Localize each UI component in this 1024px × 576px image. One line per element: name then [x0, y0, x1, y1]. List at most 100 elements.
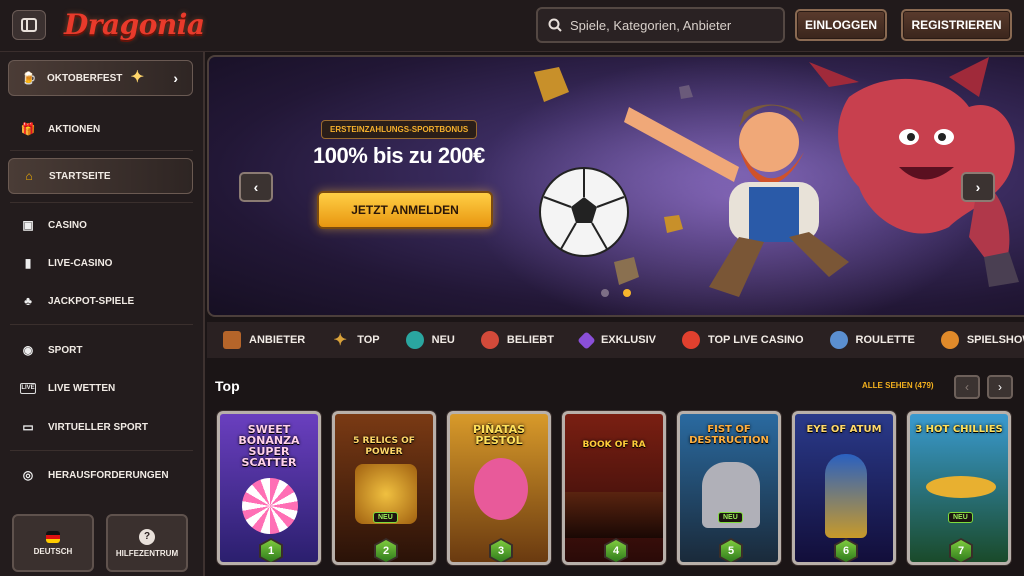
category-spielshows[interactable]: SPIELSHOWS [940, 331, 1024, 349]
sidebar-item-label: JACKPOT-SPIELE [48, 295, 135, 307]
roulette-icon [829, 331, 848, 349]
game-art [474, 458, 528, 520]
gift-icon: 🎁 [20, 122, 36, 136]
sidebar-item-casino[interactable]: ▣ CASINO [8, 208, 193, 242]
sidebar-promo-oktoberfest[interactable]: 🍺 OKTOBERFEST ✦ › [8, 60, 193, 96]
new-badge: NEU [948, 512, 973, 523]
game-card[interactable]: EYE OF ATUM 6 [792, 411, 896, 565]
sidebar-item-label: HERAUSFORDERUNGEN [48, 469, 169, 481]
banner-title: 100% bis zu 200€ [313, 143, 485, 168]
sidebar-item-label: SPORT [48, 344, 83, 356]
category-neu[interactable]: NEU [405, 331, 455, 349]
category-roulette[interactable]: ROULETTE [829, 331, 915, 349]
live-badge-icon: LIVE [20, 382, 36, 394]
language-label: DEUTSCH [33, 546, 73, 556]
live-card-icon: ▮ [24, 256, 32, 270]
sidebar-item-live-casino[interactable]: ▮ LIVE-CASINO [8, 246, 193, 280]
game-card[interactable]: BOOK OF RA 4 [562, 411, 666, 565]
signup-cta-button[interactable]: JETZT ANMELDEN [317, 191, 493, 229]
category-anbieter[interactable]: ANBIETER [223, 331, 305, 349]
sidebar-toggle-button[interactable] [12, 10, 46, 40]
search-input[interactable] [570, 17, 770, 33]
new-badge: NEU [718, 512, 743, 523]
beer-icon: 🍺 [21, 71, 37, 85]
help-center-button[interactable]: ? HILFEZENTRUM [106, 514, 188, 572]
gem-icon [405, 331, 424, 349]
category-beliebt[interactable]: BELIEBT [480, 331, 554, 349]
sidebar-item-virtueller-sport[interactable]: ▭ VIRTUELLER SPORT [8, 410, 193, 444]
game-card[interactable]: 3 HOT CHILLIES NEU 7 [907, 411, 1011, 565]
category-top-live-casino[interactable]: TOP LIVE CASINO [681, 331, 804, 349]
rocket-icon [480, 331, 499, 349]
rank-number: 3 [491, 540, 511, 562]
category-label: ANBIETER [249, 334, 306, 346]
banner-pagination [601, 289, 631, 297]
chest-icon [223, 331, 241, 349]
see-all-link[interactable]: ALLE SEHEN (479) [862, 381, 934, 390]
banner-artwork [469, 57, 1019, 315]
rank-number: 6 [836, 540, 856, 562]
sidebar-item-startseite[interactable]: ⌂ STARTSEITE [8, 158, 193, 194]
rank-badge: 1 [259, 538, 283, 562]
language-button[interactable]: DEUTSCH [12, 514, 94, 572]
category-label: SPIELSHOWS [966, 334, 1024, 346]
german-flag-icon [46, 530, 60, 543]
game-title: FIST OF DESTRUCTION [689, 424, 769, 446]
games-next-button[interactable]: › [987, 375, 1013, 399]
promo-banner[interactable]: ERSTEINZAHLUNGS-SPORTBONUS 100% bis zu 2… [207, 55, 1024, 317]
sidebar-item-label: LIVE-CASINO [48, 257, 113, 269]
mushroom-icon [681, 331, 700, 349]
banner-prev-button[interactable]: ‹ [239, 172, 273, 202]
rank-badge: 7 [949, 538, 973, 562]
sidebar-divider [10, 202, 193, 203]
category-label: NEU [431, 334, 455, 346]
game-art [242, 478, 298, 534]
category-exklusiv[interactable]: EXKLUSIV [577, 330, 656, 350]
banner-next-button[interactable]: › [961, 172, 995, 202]
sparkle-icon: ✦ [130, 69, 144, 86]
sidebar-item-live-wetten[interactable]: LIVE LIVE WETTEN [8, 371, 193, 405]
show-wheel-icon [940, 331, 959, 349]
crystal-icon [577, 330, 596, 350]
game-title: SWEET BONANZA SUPER SCATTER [238, 423, 300, 469]
section-title: Top [215, 378, 240, 394]
target-icon: ◎ [22, 468, 34, 482]
register-button[interactable]: REGISTRIEREN [901, 9, 1012, 41]
sidebar-item-label: LIVE WETTEN [48, 382, 116, 394]
banner-badge: ERSTEINZAHLUNGS-SPORTBONUS [321, 120, 478, 139]
rank-number: 2 [376, 540, 396, 562]
category-top[interactable]: ✦ TOP [331, 331, 380, 349]
chevron-left-icon: ‹ [253, 179, 259, 195]
chevron-right-icon: › [173, 70, 178, 86]
search-bar[interactable] [536, 7, 785, 43]
game-card[interactable]: 5 RELICS OF POWER NEU 2 [332, 411, 436, 565]
category-label: EXKLUSIV [600, 334, 656, 346]
chevron-right-icon: › [998, 380, 1002, 394]
star-icon: ✦ [333, 332, 347, 349]
sidebar-item-jackpot-spiele[interactable]: ♣ JACKPOT-SPIELE [8, 284, 193, 318]
banner-dot[interactable] [601, 289, 609, 297]
help-center-label: HILFEZENTRUM [115, 548, 179, 558]
game-card[interactable]: PIÑATAS PESTOL 3 [447, 411, 551, 565]
rank-number: 7 [951, 540, 971, 562]
game-card[interactable]: SWEET BONANZA SUPER SCATTER 1 [217, 411, 321, 565]
sidebar-item-label: VIRTUELLER SPORT [48, 421, 149, 433]
games-prev-button[interactable]: ‹ [954, 375, 980, 399]
sidebar-item-sport[interactable]: ◉ SPORT [8, 333, 193, 367]
rank-badge: 5 [719, 538, 743, 562]
sidebar-item-herausforderungen[interactable]: ◎ HERAUSFORDERUNGEN [8, 458, 193, 492]
home-icon: ⌂ [25, 169, 33, 183]
category-label: BELIEBT [506, 334, 554, 346]
sidebar-divider [10, 450, 193, 451]
sidebar-item-aktionen[interactable]: 🎁 AKTIONEN [8, 112, 193, 146]
rank-badge: 4 [604, 538, 628, 562]
logo[interactable]: Dragonia [64, 8, 205, 41]
login-button[interactable]: EINLOGGEN [795, 9, 887, 41]
banner-dot-active[interactable] [623, 289, 631, 297]
top-bar: Dragonia EINLOGGEN REGISTRIEREN [0, 0, 1024, 52]
category-strip: ANBIETER ✦ TOP NEU BELIEBT EXKLUSIV TOP L… [207, 322, 1024, 358]
new-badge: NEU [373, 512, 398, 523]
game-card[interactable]: FIST OF DESTRUCTION NEU 5 [677, 411, 781, 565]
rank-badge: 6 [834, 538, 858, 562]
sidebar-item-label: CASINO [48, 219, 87, 231]
